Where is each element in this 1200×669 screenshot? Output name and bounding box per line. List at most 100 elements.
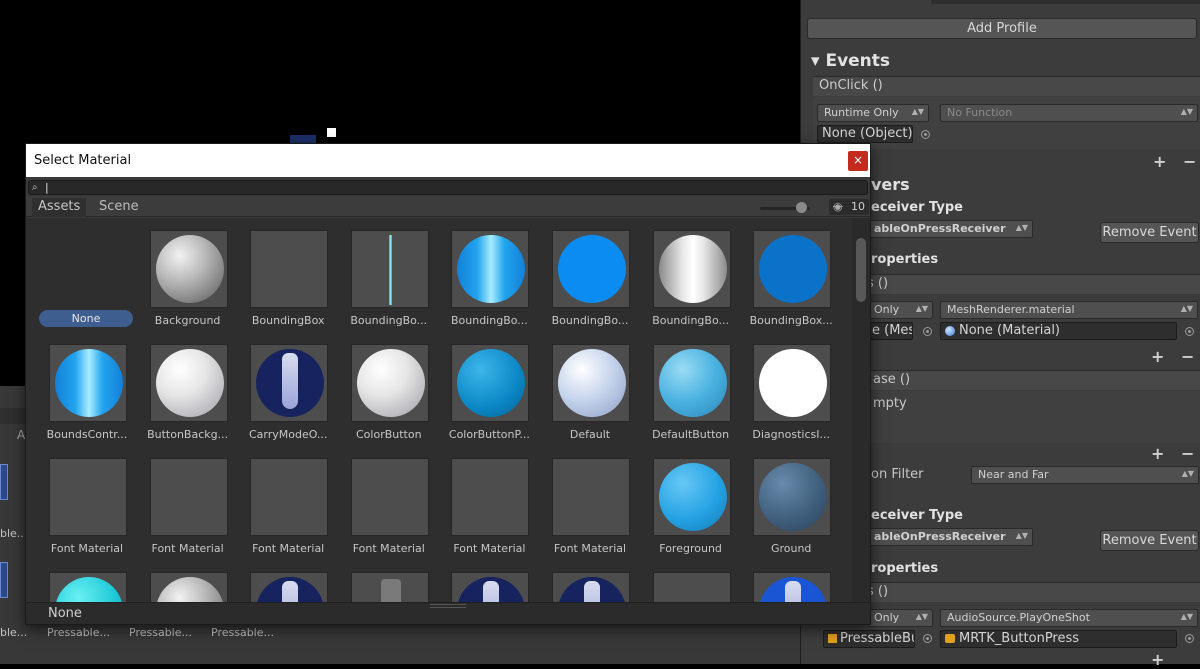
events-foldout[interactable]: ▾ Events: [811, 51, 890, 71]
material-item[interactable]: Background: [140, 230, 236, 340]
runtime-only-dropdown[interactable]: Runtime Only ▲▼: [817, 104, 929, 122]
add-listener-button[interactable]: +: [1151, 444, 1164, 463]
material-item[interactable]: ColorButtonP...: [441, 344, 537, 454]
none-option[interactable]: None: [39, 310, 133, 327]
material-item[interactable]: Font Material: [39, 458, 135, 568]
scrollbar-thumb[interactable]: [856, 238, 866, 302]
onclick-header: OnClick (): [813, 76, 1200, 96]
material-item[interactable]: BoundsContr...: [39, 344, 135, 454]
material-item[interactable]: Font Material: [140, 458, 236, 568]
material-item[interactable]: Font Material: [441, 458, 537, 568]
material-preview-sphere: [55, 577, 123, 602]
material-item[interactable]: [39, 572, 135, 602]
window-title: Select Material: [26, 144, 870, 177]
tab-scene[interactable]: Scene: [93, 198, 145, 217]
material-item[interactable]: BoundingBo...: [643, 230, 739, 340]
project-asset-label[interactable]: ble...: [0, 527, 27, 540]
material-item[interactable]: [140, 572, 236, 602]
material-item[interactable]: BoundingBo...: [341, 230, 437, 340]
material-item[interactable]: DefaultButton: [643, 344, 739, 454]
material-item[interactable]: CarryModeO...: [240, 344, 336, 454]
search-input[interactable]: ⌕ |: [28, 180, 868, 195]
material-item[interactable]: [643, 572, 739, 602]
material-picker-icon[interactable]: [1185, 327, 1194, 336]
material-item[interactable]: ColorButton: [341, 344, 437, 454]
remove-listener-button[interactable]: −: [1181, 444, 1194, 463]
material-item[interactable]: BoundingBo...: [441, 230, 537, 340]
project-tab[interactable]: A: [17, 428, 25, 442]
dropdown-arrows-icon: ▲▼: [915, 612, 928, 621]
add-listener-button[interactable]: +: [1153, 152, 1166, 171]
grid-scrollbar[interactable]: [852, 218, 870, 602]
object-picker-icon[interactable]: [923, 634, 932, 643]
material-item[interactable]: BoundingBo...: [542, 230, 638, 340]
remove-listener-button[interactable]: −: [1181, 347, 1194, 366]
audio-picker-icon[interactable]: [1185, 634, 1194, 643]
material-label: BoundingBo...: [450, 314, 528, 327]
add-profile-button[interactable]: Add Profile: [807, 18, 1197, 39]
material-item[interactable]: [240, 572, 336, 602]
material-preview-sphere: [457, 349, 526, 417]
function-dropdown[interactable]: AudioSource.PlayOneShot ▲▼: [940, 609, 1198, 627]
dropdown-arrows-icon: ▲▼: [1015, 223, 1028, 232]
events-header: Events: [825, 51, 891, 71]
project-asset-label[interactable]: ble...: [0, 626, 27, 639]
material-item[interactable]: [441, 572, 537, 602]
dropdown-arrows-icon: ▲▼: [1181, 469, 1194, 478]
remove-event-button[interactable]: Remove Event: [1100, 530, 1199, 551]
project-asset-icon[interactable]: [0, 464, 8, 500]
material-item[interactable]: [542, 572, 638, 602]
search-icon: ⌕: [32, 182, 38, 193]
runtime-only-dropdown[interactable]: Only ▲▼: [867, 609, 933, 627]
material-label: BoundingBo...: [551, 314, 629, 327]
material-item[interactable]: Font Material: [542, 458, 638, 568]
hidden-count-badge[interactable]: ◉ 10: [829, 199, 869, 215]
slider-handle[interactable]: [796, 202, 807, 213]
material-item[interactable]: Ground: [743, 458, 839, 568]
resize-grip[interactable]: [430, 604, 466, 608]
material-thumbnail: [250, 230, 329, 308]
event-header: s (): [861, 582, 1200, 602]
remove-event-button[interactable]: Remove Event: [1100, 222, 1199, 243]
project-asset-label[interactable]: Pressable...: [129, 626, 192, 639]
interaction-filter-dropdown[interactable]: Near and Far ▲▼: [971, 466, 1199, 484]
material-field[interactable]: None (Material): [940, 322, 1177, 340]
material-thumbnail: [350, 344, 429, 422]
material-item[interactable]: ButtonBackg...: [140, 344, 236, 454]
material-thumbnail: [753, 344, 832, 422]
material-item[interactable]: Font Material: [341, 458, 437, 568]
dropdown-arrows-icon: ▲▼: [1180, 304, 1193, 313]
material-icon: [945, 326, 955, 336]
material-item[interactable]: [341, 572, 437, 602]
material-item[interactable]: BoundingBox: [240, 230, 336, 340]
audio-clip-field[interactable]: MRTK_ButtonPress: [940, 630, 1177, 648]
material-item[interactable]: Default: [542, 344, 638, 454]
material-item[interactable]: BoundingBox...: [743, 230, 839, 340]
scene-handle[interactable]: [327, 128, 336, 137]
object-picker-icon[interactable]: [921, 130, 930, 139]
function-dropdown[interactable]: MeshRenderer.material ▲▼: [940, 301, 1198, 319]
function-dropdown[interactable]: No Function ▲▼: [940, 104, 1198, 122]
close-button[interactable]: ×: [848, 151, 868, 171]
add-listener-button[interactable]: +: [1151, 650, 1164, 669]
material-thumbnail: [753, 572, 832, 602]
material-item[interactable]: Font Material: [240, 458, 336, 568]
receiver-type-dropdown[interactable]: ableOnPressReceiver ▲▼: [867, 220, 1033, 238]
material-item[interactable]: Foreground: [643, 458, 739, 568]
material-label: Ground: [770, 542, 812, 555]
remove-listener-button[interactable]: −: [1183, 152, 1196, 171]
tab-assets[interactable]: Assets: [32, 198, 87, 217]
object-picker-icon[interactable]: [923, 327, 932, 336]
target-object-field[interactable]: e (Mes: [867, 322, 913, 340]
project-asset-label[interactable]: Pressable...: [47, 626, 110, 639]
runtime-only-dropdown[interactable]: Only ▲▼: [867, 301, 933, 319]
add-listener-button[interactable]: +: [1151, 347, 1164, 366]
project-asset-label[interactable]: Pressable...: [211, 626, 274, 639]
material-preview-sphere: [658, 349, 727, 417]
material-item[interactable]: [743, 572, 839, 602]
receiver-type-dropdown[interactable]: ableOnPressReceiver ▲▼: [867, 528, 1033, 546]
material-item[interactable]: DiagnosticsI...: [743, 344, 839, 454]
target-object-field[interactable]: None (Object): [817, 125, 913, 143]
project-asset-icon[interactable]: [0, 562, 8, 598]
target-object-field[interactable]: PressableBu: [823, 630, 915, 648]
